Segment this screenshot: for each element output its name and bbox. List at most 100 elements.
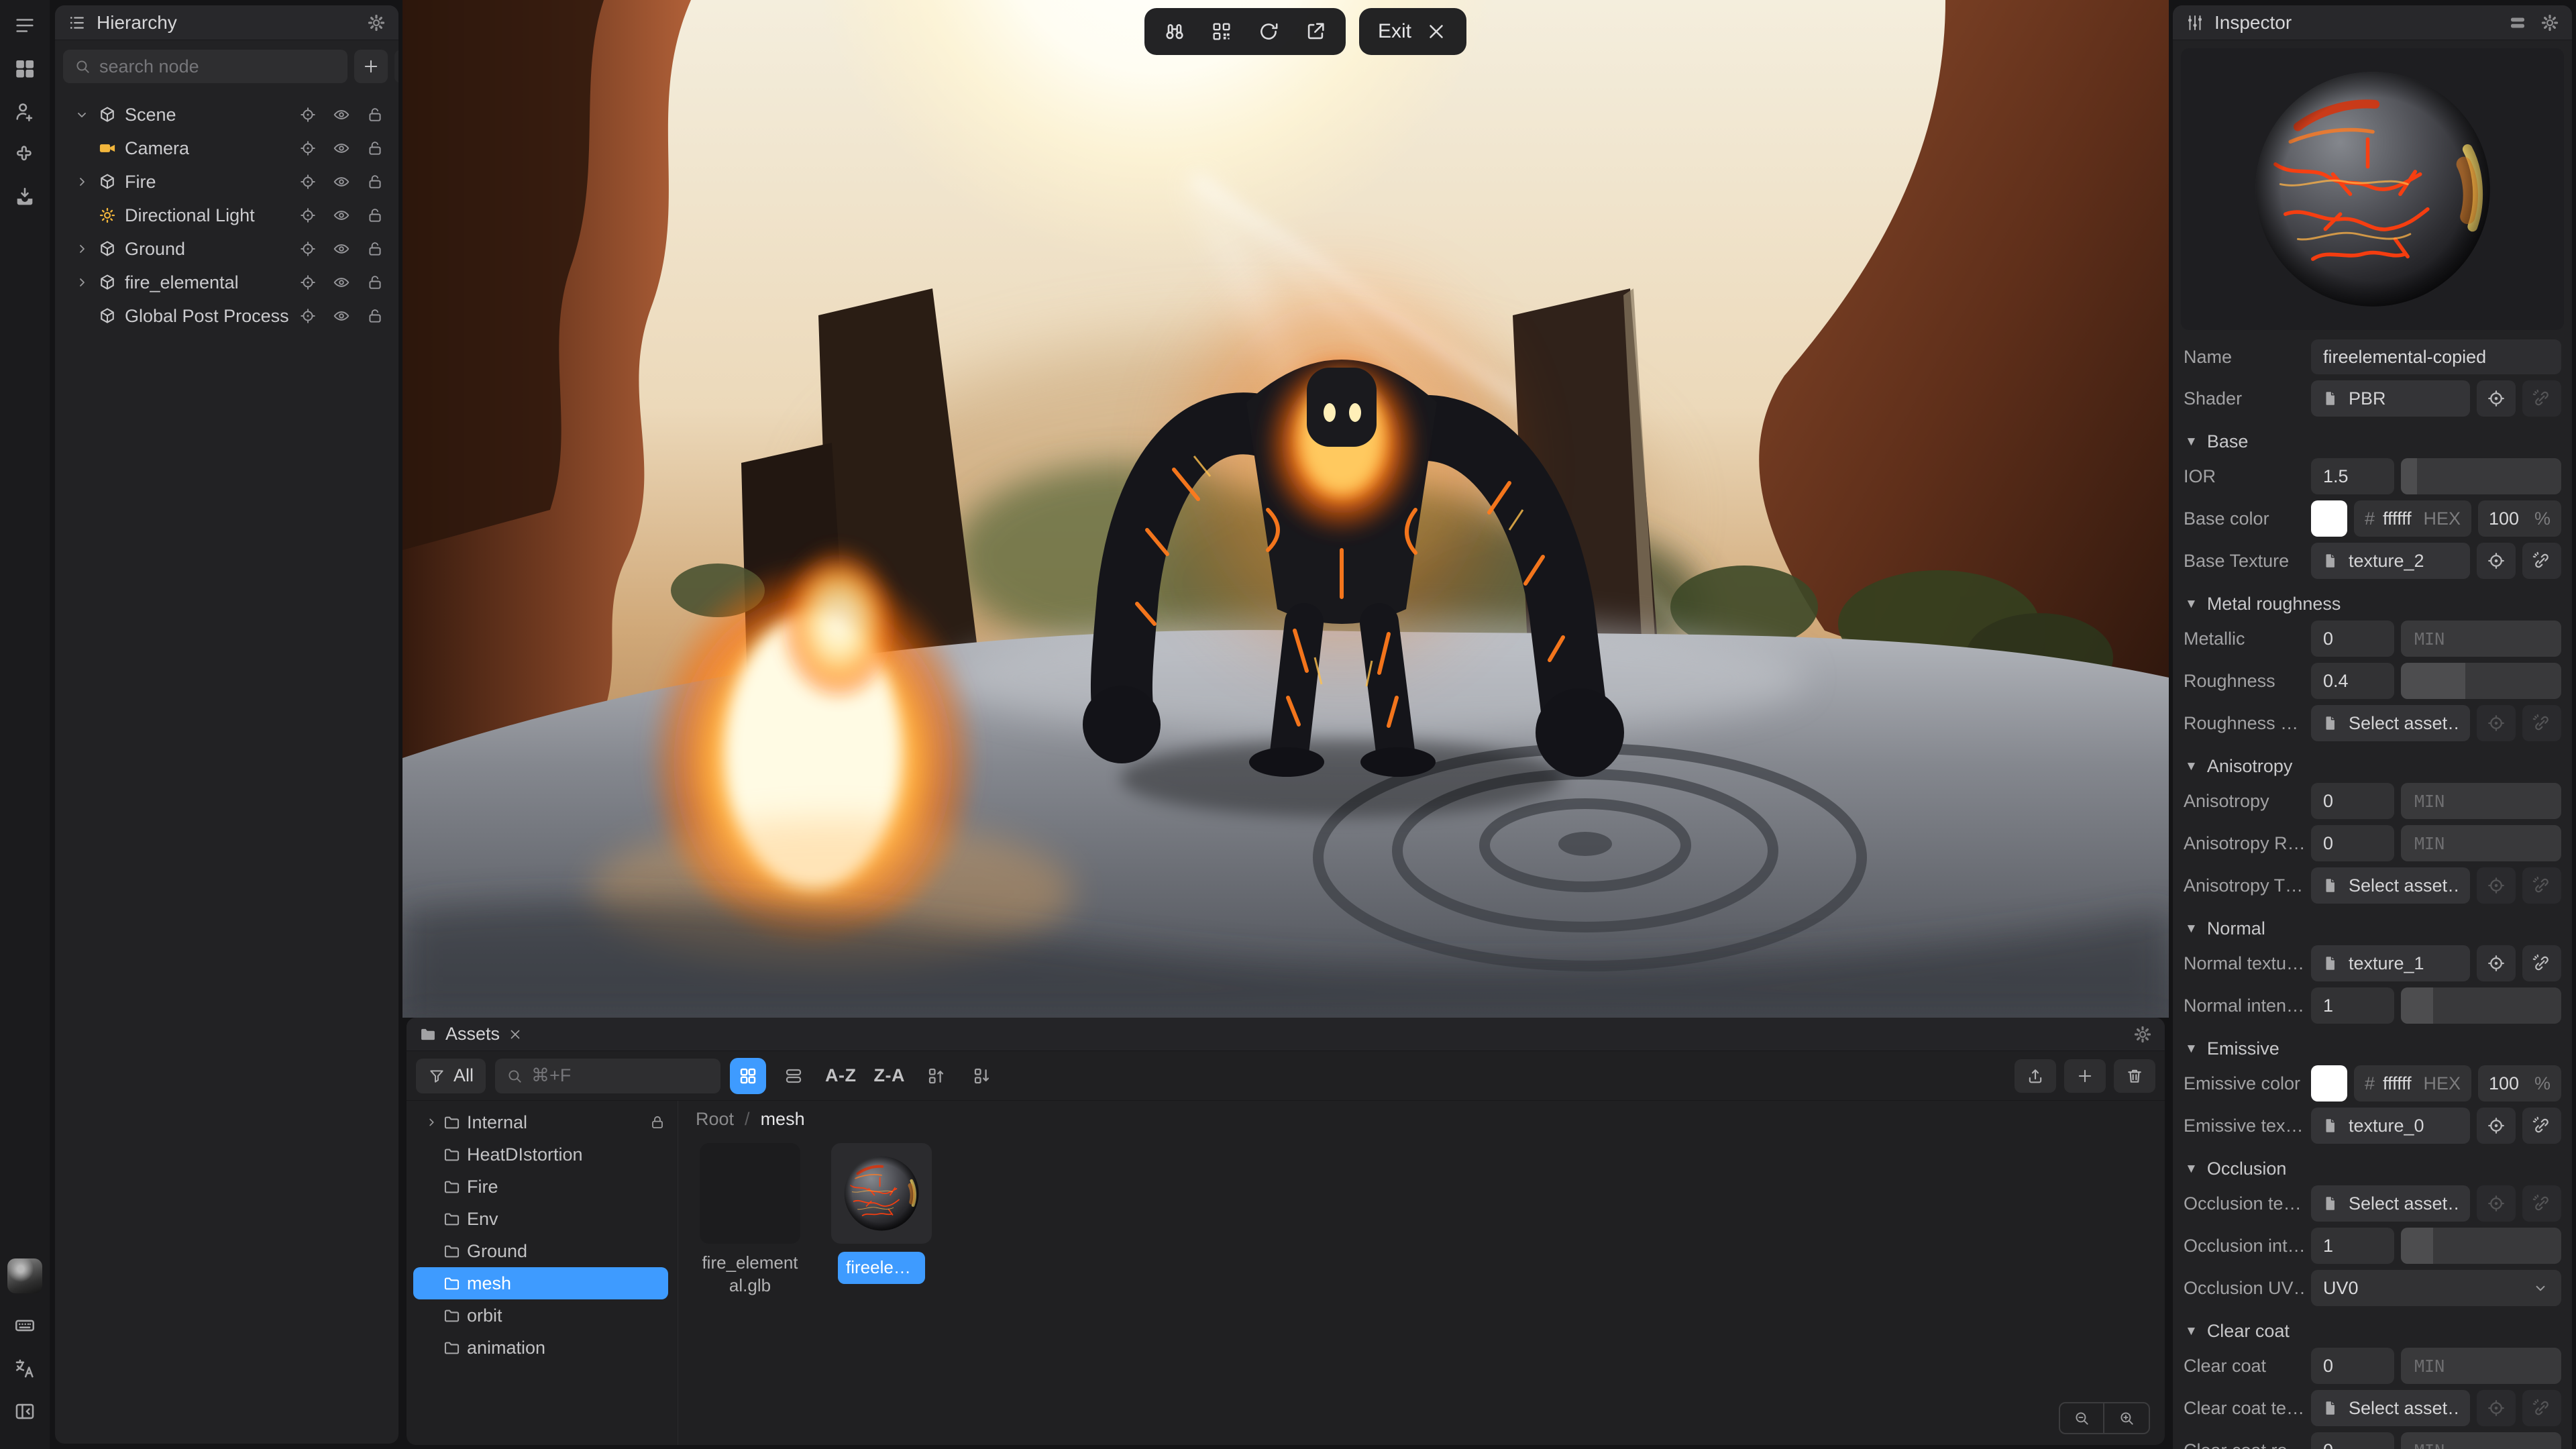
asset-item-fire-elemental-glb[interactable]: fire_elemental.glb — [698, 1143, 802, 1297]
inspector-settings-gear-icon[interactable] — [2540, 13, 2560, 33]
unlock-icon[interactable] — [366, 240, 384, 258]
asset-thumbnail-model[interactable] — [700, 1143, 800, 1244]
value-slider[interactable]: MIN — [2401, 1432, 2561, 1449]
section-anisotropy[interactable]: ▼ Anisotropy — [2173, 756, 2572, 777]
color-swatch[interactable] — [2311, 1065, 2347, 1102]
value-slider[interactable]: MIN — [2401, 621, 2561, 657]
close-icon[interactable] — [1425, 20, 1448, 43]
tab-assets[interactable]: Assets — [419, 1024, 523, 1044]
folder-item-fire[interactable]: Fire — [407, 1171, 678, 1203]
hierarchy-item-camera[interactable]: Camera — [55, 131, 398, 165]
uv-select[interactable]: UV0 — [2311, 1270, 2561, 1306]
asset-field[interactable]: texture_2 — [2311, 543, 2470, 579]
unlink-shader-button[interactable] — [2522, 380, 2561, 417]
binoculars-icon[interactable] — [1163, 20, 1186, 43]
value-slider[interactable] — [2401, 1228, 2561, 1264]
unlink-asset-button[interactable] — [2522, 867, 2561, 904]
number-input[interactable]: 0 — [2311, 825, 2394, 861]
asset-field[interactable]: Select asset… — [2311, 705, 2470, 741]
sort-za-button[interactable]: Z-A — [870, 1065, 909, 1086]
asset-field[interactable]: texture_1 — [2311, 945, 2470, 981]
hierarchy-settings-gear-icon[interactable] — [366, 13, 386, 33]
chevron-down-icon[interactable] — [74, 107, 95, 123]
value-slider[interactable] — [2401, 458, 2561, 494]
focus-icon[interactable] — [299, 274, 317, 291]
unlock-icon[interactable] — [366, 207, 384, 224]
exit-button[interactable]: Exit — [1378, 20, 1411, 43]
breadcrumb-root[interactable]: Root — [696, 1109, 734, 1130]
focus-icon[interactable] — [299, 207, 317, 224]
chevron-right-icon[interactable] — [74, 241, 95, 257]
number-input[interactable]: 1 — [2311, 1228, 2394, 1264]
zoom-out-button[interactable] — [2060, 1403, 2104, 1433]
number-input[interactable]: 0 — [2311, 621, 2394, 657]
unlink-asset-button[interactable] — [2522, 543, 2561, 579]
unlock-icon[interactable] — [366, 106, 384, 123]
asset-field[interactable]: Select asset… — [2311, 867, 2470, 904]
section-occlusion[interactable]: ▼ Occlusion — [2173, 1159, 2572, 1179]
value-slider[interactable] — [2401, 663, 2561, 699]
color-swatch[interactable] — [2311, 500, 2347, 537]
unlink-asset-button[interactable] — [2522, 1108, 2561, 1144]
opacity-input[interactable]: 100 % — [2478, 500, 2561, 537]
section-base[interactable]: ▼ Base — [2173, 431, 2572, 452]
locate-asset-button[interactable] — [2477, 945, 2516, 981]
folder-item-orbit[interactable]: orbit — [407, 1299, 678, 1332]
qr-code-icon[interactable] — [1210, 20, 1233, 43]
eye-icon[interactable] — [333, 173, 350, 191]
unlink-asset-button[interactable] — [2522, 945, 2561, 981]
unlink-asset-button[interactable] — [2522, 705, 2561, 741]
section-clear-coat[interactable]: ▼ Clear coat — [2173, 1321, 2572, 1342]
locate-asset-button[interactable] — [2477, 1390, 2516, 1426]
folder-item-internal[interactable]: Internal — [407, 1106, 678, 1138]
eye-icon[interactable] — [333, 240, 350, 258]
rows-layout-icon[interactable] — [2508, 13, 2528, 33]
folder-item-mesh[interactable]: mesh — [413, 1267, 668, 1299]
hierarchy-item-fire[interactable]: Fire — [55, 165, 398, 199]
eye-icon[interactable] — [333, 307, 350, 325]
create-asset-button[interactable] — [2064, 1059, 2106, 1093]
focus-icon[interactable] — [299, 106, 317, 123]
focus-icon[interactable] — [299, 173, 317, 191]
material-name-input[interactable] — [2311, 339, 2561, 374]
value-slider[interactable] — [2401, 987, 2561, 1024]
assets-search-box[interactable] — [495, 1059, 720, 1093]
close-tab-icon[interactable] — [508, 1027, 523, 1042]
focus-icon[interactable] — [299, 307, 317, 325]
folder-item-animation[interactable]: animation — [407, 1332, 678, 1364]
rail-import-button[interactable] — [9, 181, 41, 213]
focus-icon[interactable] — [299, 140, 317, 157]
hierarchy-item-fire-elemental[interactable]: fire_elemental — [55, 266, 398, 299]
assets-search-input[interactable] — [531, 1065, 710, 1086]
asset-item-fireelemental-copied[interactable]: fireelemental-copied — [830, 1143, 933, 1297]
locate-asset-button[interactable] — [2477, 867, 2516, 904]
number-input[interactable]: 0 — [2311, 1348, 2394, 1384]
locate-asset-button[interactable] — [2477, 1185, 2516, 1222]
opacity-input[interactable]: 100 % — [2478, 1065, 2561, 1102]
locate-asset-button[interactable] — [2477, 705, 2516, 741]
unlock-icon[interactable] — [366, 274, 384, 291]
sort-az-button[interactable]: A-Z — [821, 1065, 860, 1086]
rail-dashboard-button[interactable] — [9, 52, 41, 85]
add-node-button[interactable] — [354, 50, 388, 83]
rail-menu-button[interactable] — [9, 9, 41, 42]
open-external-icon[interactable] — [1304, 20, 1327, 43]
refresh-icon[interactable] — [1257, 20, 1280, 43]
chevron-right-icon[interactable] — [424, 1115, 443, 1130]
unlock-icon[interactable] — [366, 173, 384, 191]
asset-field[interactable]: texture_0 — [2311, 1108, 2470, 1144]
unlink-asset-button[interactable] — [2522, 1185, 2561, 1222]
locate-asset-button[interactable] — [2477, 543, 2516, 579]
hierarchy-search-box[interactable] — [63, 50, 347, 83]
value-slider[interactable]: MIN — [2401, 783, 2561, 819]
number-input[interactable]: 1.5 — [2311, 458, 2394, 494]
hierarchy-search-input[interactable] — [99, 56, 337, 77]
zoom-in-button[interactable] — [2104, 1403, 2149, 1433]
asset-field[interactable]: Select asset… — [2311, 1185, 2470, 1222]
folder-item-ground[interactable]: Ground — [407, 1235, 678, 1267]
list-view-button[interactable] — [775, 1058, 812, 1094]
sort-ascending-button[interactable] — [918, 1058, 955, 1094]
upload-asset-button[interactable] — [2015, 1059, 2056, 1093]
chevron-right-icon[interactable] — [74, 274, 95, 290]
unlink-asset-button[interactable] — [2522, 1390, 2561, 1426]
